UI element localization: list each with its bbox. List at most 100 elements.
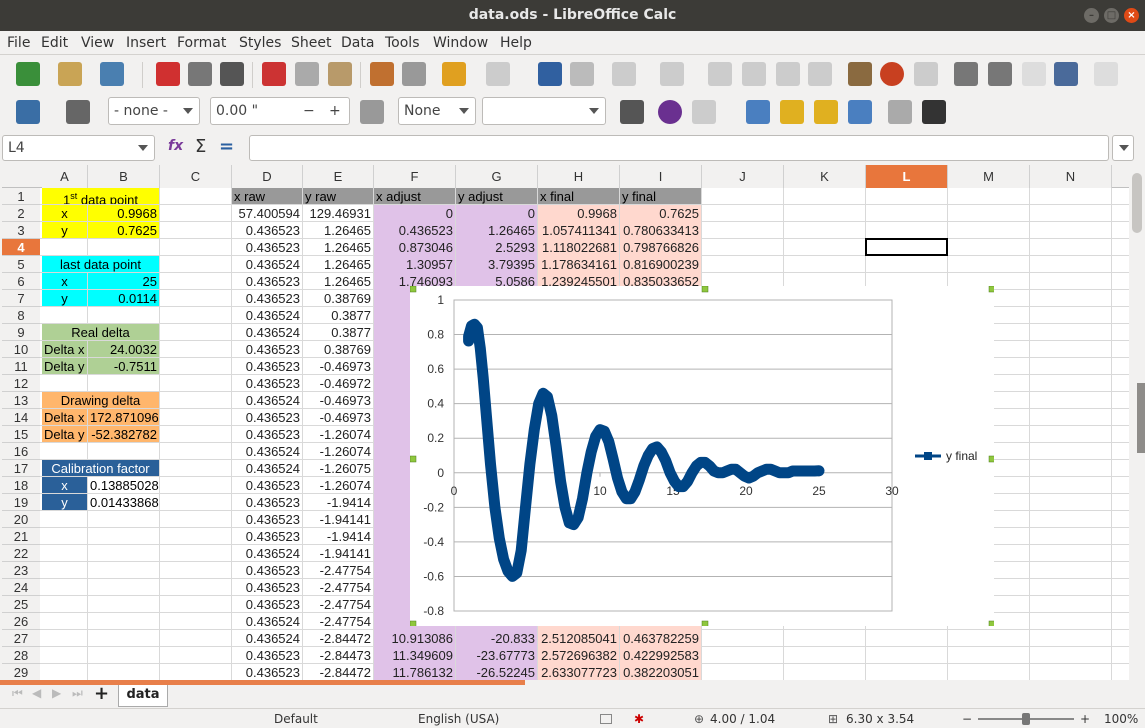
cell-value[interactable]: 0.436523 <box>232 511 302 527</box>
cell-value[interactable]: -1.26074 <box>303 443 373 459</box>
cell-value[interactable]: 0.798766826 <box>620 239 701 255</box>
arrow-style-icon[interactable] <box>66 100 90 124</box>
column-header[interactable]: E <box>303 165 374 188</box>
cell-value[interactable]: 129.46931 <box>303 205 373 221</box>
cut-icon[interactable] <box>262 62 286 86</box>
cell-value[interactable]: -1.26074 <box>303 426 373 442</box>
cell-value[interactable]: 0.436524 <box>232 307 302 323</box>
close-button[interactable]: × <box>1124 8 1139 23</box>
column-header[interactable]: N <box>1030 165 1112 188</box>
row-header[interactable]: 5 <box>2 256 40 273</box>
cell-value[interactable]: 0.436523 <box>232 426 302 442</box>
cell-value[interactable]: 0.436523 <box>232 341 302 357</box>
export-pdf-icon[interactable] <box>156 62 180 86</box>
cell-value[interactable]: 0 <box>456 205 537 221</box>
find-replace-icon[interactable] <box>538 62 562 86</box>
zoom-out-button[interactable]: − <box>962 712 972 726</box>
row-icon[interactable] <box>612 62 636 86</box>
anchor-icon[interactable] <box>620 100 644 124</box>
hyperlink-icon[interactable] <box>988 62 1012 86</box>
cell-A2[interactable]: x <box>42 205 87 221</box>
cell-B7[interactable]: 0.0114 <box>88 290 159 306</box>
sidebar-handle[interactable] <box>1137 383 1145 453</box>
line-width-field[interactable]: 0.00 " − + <box>210 97 350 125</box>
cell-A18[interactable]: x <box>42 477 87 493</box>
line-style-icon[interactable] <box>16 100 40 124</box>
prev-sheet-icon[interactable]: ◀ <box>32 686 41 700</box>
next-sheet-icon[interactable]: ▶ <box>52 686 61 700</box>
add-sheet-button[interactable]: + <box>94 683 109 704</box>
cell-value[interactable]: 0.436523 <box>232 477 302 493</box>
cell-value[interactable]: -0.46973 <box>303 409 373 425</box>
cell-value[interactable]: 1.26465 <box>303 273 373 289</box>
sort-ascending-icon[interactable] <box>742 62 766 86</box>
column-header[interactable]: M <box>948 165 1030 188</box>
selection-handle[interactable] <box>988 455 994 463</box>
to-foreground-icon[interactable] <box>922 100 946 124</box>
cell-value[interactable]: 0.436523 <box>232 358 302 374</box>
cell-A3[interactable]: y <box>42 222 87 238</box>
headers-footers-icon[interactable] <box>1054 62 1078 86</box>
cell-value[interactable]: 0.382203051 <box>620 664 701 680</box>
formula-input[interactable] <box>249 135 1109 161</box>
cell-E1[interactable]: y raw <box>303 188 373 204</box>
cell-F1[interactable]: x adjust <box>374 188 455 204</box>
row-header[interactable]: 22 <box>2 545 40 562</box>
chart-background[interactable] <box>410 286 994 626</box>
cell-value[interactable]: 1.26465 <box>456 222 537 238</box>
define-print-area-icon[interactable] <box>1094 62 1118 86</box>
row-header[interactable]: 26 <box>2 613 40 630</box>
redo-icon[interactable] <box>486 62 510 86</box>
cell-value[interactable]: 0.436523 <box>232 596 302 612</box>
menu-view[interactable]: View <box>81 35 114 51</box>
image-icon[interactable] <box>848 62 872 86</box>
cell-value[interactable]: 0.38769 <box>303 341 373 357</box>
sheet-tab-data[interactable]: data <box>118 685 168 707</box>
cell-value[interactable]: 0.422992583 <box>620 647 701 663</box>
row-header[interactable]: 12 <box>2 375 40 392</box>
clone-formatting-icon[interactable] <box>370 62 394 86</box>
column-header[interactable]: J <box>702 165 784 188</box>
row-header[interactable]: 11 <box>2 358 40 375</box>
cell-value[interactable]: 2.572696382 <box>538 647 619 663</box>
cell-value[interactable]: 0.436523 <box>232 579 302 595</box>
send-to-back-icon[interactable] <box>780 100 804 124</box>
selection-handle[interactable] <box>988 286 994 293</box>
pivot-table-icon[interactable] <box>914 62 938 86</box>
special-character-icon[interactable] <box>954 62 978 86</box>
cell-A7[interactable]: y <box>42 290 87 306</box>
cell-value[interactable]: -0.46973 <box>303 358 373 374</box>
selection-handle[interactable] <box>410 620 417 626</box>
selection-handle[interactable] <box>701 286 709 293</box>
row-header[interactable]: 27 <box>2 630 40 647</box>
column-header[interactable]: I <box>620 165 702 188</box>
cell-B10[interactable]: 24.0032 <box>88 341 159 357</box>
zoom-in-button[interactable]: + <box>1080 712 1090 726</box>
cell-value[interactable]: -1.26074 <box>303 477 373 493</box>
spelling-icon[interactable] <box>570 62 594 86</box>
cell-value[interactable]: 0.816900239 <box>620 256 701 272</box>
zoom-slider-thumb[interactable] <box>1022 713 1030 725</box>
cell-value[interactable]: 0.436523 <box>232 290 302 306</box>
row-header[interactable]: 29 <box>2 664 40 680</box>
clear-formatting-icon[interactable] <box>402 62 426 86</box>
formula-icon[interactable]: = <box>219 136 234 157</box>
sort-descending-icon[interactable] <box>776 62 800 86</box>
menu-window[interactable]: Window <box>433 35 488 51</box>
menu-sheet[interactable]: Sheet <box>291 35 331 51</box>
row-header[interactable]: 2 <box>2 205 40 222</box>
cell-value[interactable]: 0 <box>374 205 455 221</box>
cell-value[interactable]: 0.436524 <box>232 630 302 646</box>
cell-value[interactable]: 0.9968 <box>538 205 619 221</box>
cell-value[interactable]: 0.436523 <box>232 494 302 510</box>
row-header[interactable]: 6 <box>2 273 40 290</box>
cell-value[interactable]: -1.9414 <box>303 494 373 510</box>
column-icon[interactable] <box>660 62 684 86</box>
cell-value[interactable]: 1.26465 <box>303 239 373 255</box>
increment-button[interactable]: + <box>329 98 341 124</box>
cell-value[interactable]: 0.873046 <box>374 239 455 255</box>
cell-A6[interactable]: x <box>42 273 87 289</box>
row-header[interactable]: 16 <box>2 443 40 460</box>
row-header[interactable]: 19 <box>2 494 40 511</box>
undo-icon[interactable] <box>442 62 466 86</box>
